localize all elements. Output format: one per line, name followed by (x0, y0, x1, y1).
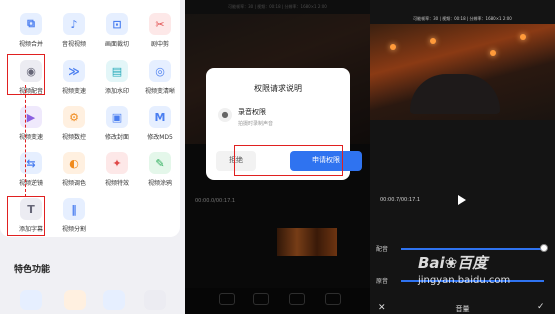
feature-icon[interactable] (20, 290, 42, 310)
md5-icon: M (149, 106, 171, 128)
feature-icon[interactable] (103, 290, 125, 310)
highlight-apply-box (234, 145, 343, 176)
highlight-dub-box (7, 54, 45, 95)
playback-time: 00:00.7/00:17.1 (380, 197, 421, 203)
doodle-icon: ✎ (149, 152, 171, 174)
original-label: 原音 (376, 278, 389, 285)
dub-volume-knob[interactable] (540, 244, 548, 252)
tool-label: 视频变清晰 (144, 88, 175, 95)
tool-split[interactable]: ‖ 视频分割 (53, 198, 93, 244)
dub-volume-slider[interactable] (401, 248, 544, 250)
tool-speed[interactable]: ≫ 视频变速 (53, 60, 93, 106)
highlight-subtitle-box (7, 196, 45, 236)
merge-icon: ⧉ (20, 13, 42, 35)
car-mirror (410, 74, 500, 114)
music-video-icon: ♪ (63, 13, 85, 35)
watermark-url: jingyan.baidu.com (418, 275, 511, 286)
status-bar: 可能帧率：30 | 视频：00:18 | 分辨率：1680×1 2:00 (413, 16, 512, 21)
cover-icon: ▣ (106, 106, 128, 128)
dub-label: 配音 (376, 246, 389, 253)
play-icon[interactable] (458, 195, 466, 205)
baidu-watermark: Bai❀百度 jingyan.baidu.com (418, 252, 548, 308)
effects-icon: ✦ (106, 152, 128, 174)
clarity-icon: ◎ (149, 60, 171, 82)
color-icon: ◐ (63, 152, 85, 174)
tool-label: 视频涂鸦 (147, 180, 172, 187)
microphone-icon: ● (218, 108, 232, 122)
permission-description: 拍摄时录制声音 (238, 121, 274, 127)
watermark-icon: ▤ (106, 60, 128, 82)
tool-music-video[interactable]: ♪ 音视视频 (53, 13, 93, 59)
bokeh-light (520, 34, 526, 40)
dialog-title: 权限请求说明 (254, 84, 302, 93)
tool-label: 剧中剪 (150, 41, 169, 48)
speed-icon: ≫ (63, 60, 85, 82)
bokeh-light (390, 44, 396, 50)
tool-effects[interactable]: ✦ 视频特效 (96, 152, 136, 198)
tool-reverse[interactable]: ⇆ 视频逆镜 (10, 152, 50, 198)
tool-cut[interactable]: ✂ 剧中剪 (139, 13, 179, 59)
tool-label: 修改MD5 (147, 134, 173, 141)
tool-crop[interactable]: ⊡ 画面裁切 (96, 13, 136, 59)
tool-control[interactable]: ⚙ 视频数控 (53, 106, 93, 152)
bokeh-light (430, 38, 436, 44)
tool-speed-2[interactable]: ▶ 视频变速 (10, 106, 50, 152)
tool-color[interactable]: ◐ 视频调色 (53, 152, 93, 198)
tool-md5[interactable]: M 修改MD5 (139, 106, 179, 152)
crop-icon: ⊡ (106, 13, 128, 35)
speed-icon-2: ▶ (20, 106, 42, 128)
cut-icon: ✂ (149, 13, 171, 35)
tool-cover[interactable]: ▣ 修改封面 (96, 106, 136, 152)
permission-name: 录音权限 (238, 108, 266, 116)
control-icon: ⚙ (63, 106, 85, 128)
feature-icon[interactable] (144, 290, 166, 310)
watermark-logo: Bai❀百度 (418, 254, 488, 272)
section-title: 特色功能 (14, 265, 51, 275)
reverse-icon: ⇆ (20, 152, 42, 174)
tool-panel: ⧉ 视频合并 ♪ 音视视频 ⊡ 画面裁切 ✂ 剧中剪 ◉ 视频配音 ≫ 视频变速… (0, 0, 185, 314)
bokeh-light (490, 50, 496, 56)
tool-watermark[interactable]: ▤ 添加水印 (96, 60, 136, 106)
video-preview (370, 24, 555, 120)
tool-doodle[interactable]: ✎ 视频涂鸦 (139, 152, 179, 198)
split-icon: ‖ (63, 198, 85, 220)
tool-clarity[interactable]: ◎ 视频变清晰 (139, 60, 179, 106)
feature-icon[interactable] (64, 290, 86, 310)
highlight-dashed-line (25, 85, 26, 197)
tool-label: 视频分割 (61, 226, 86, 233)
tool-video-merge[interactable]: ⧉ 视频合并 (10, 13, 50, 59)
